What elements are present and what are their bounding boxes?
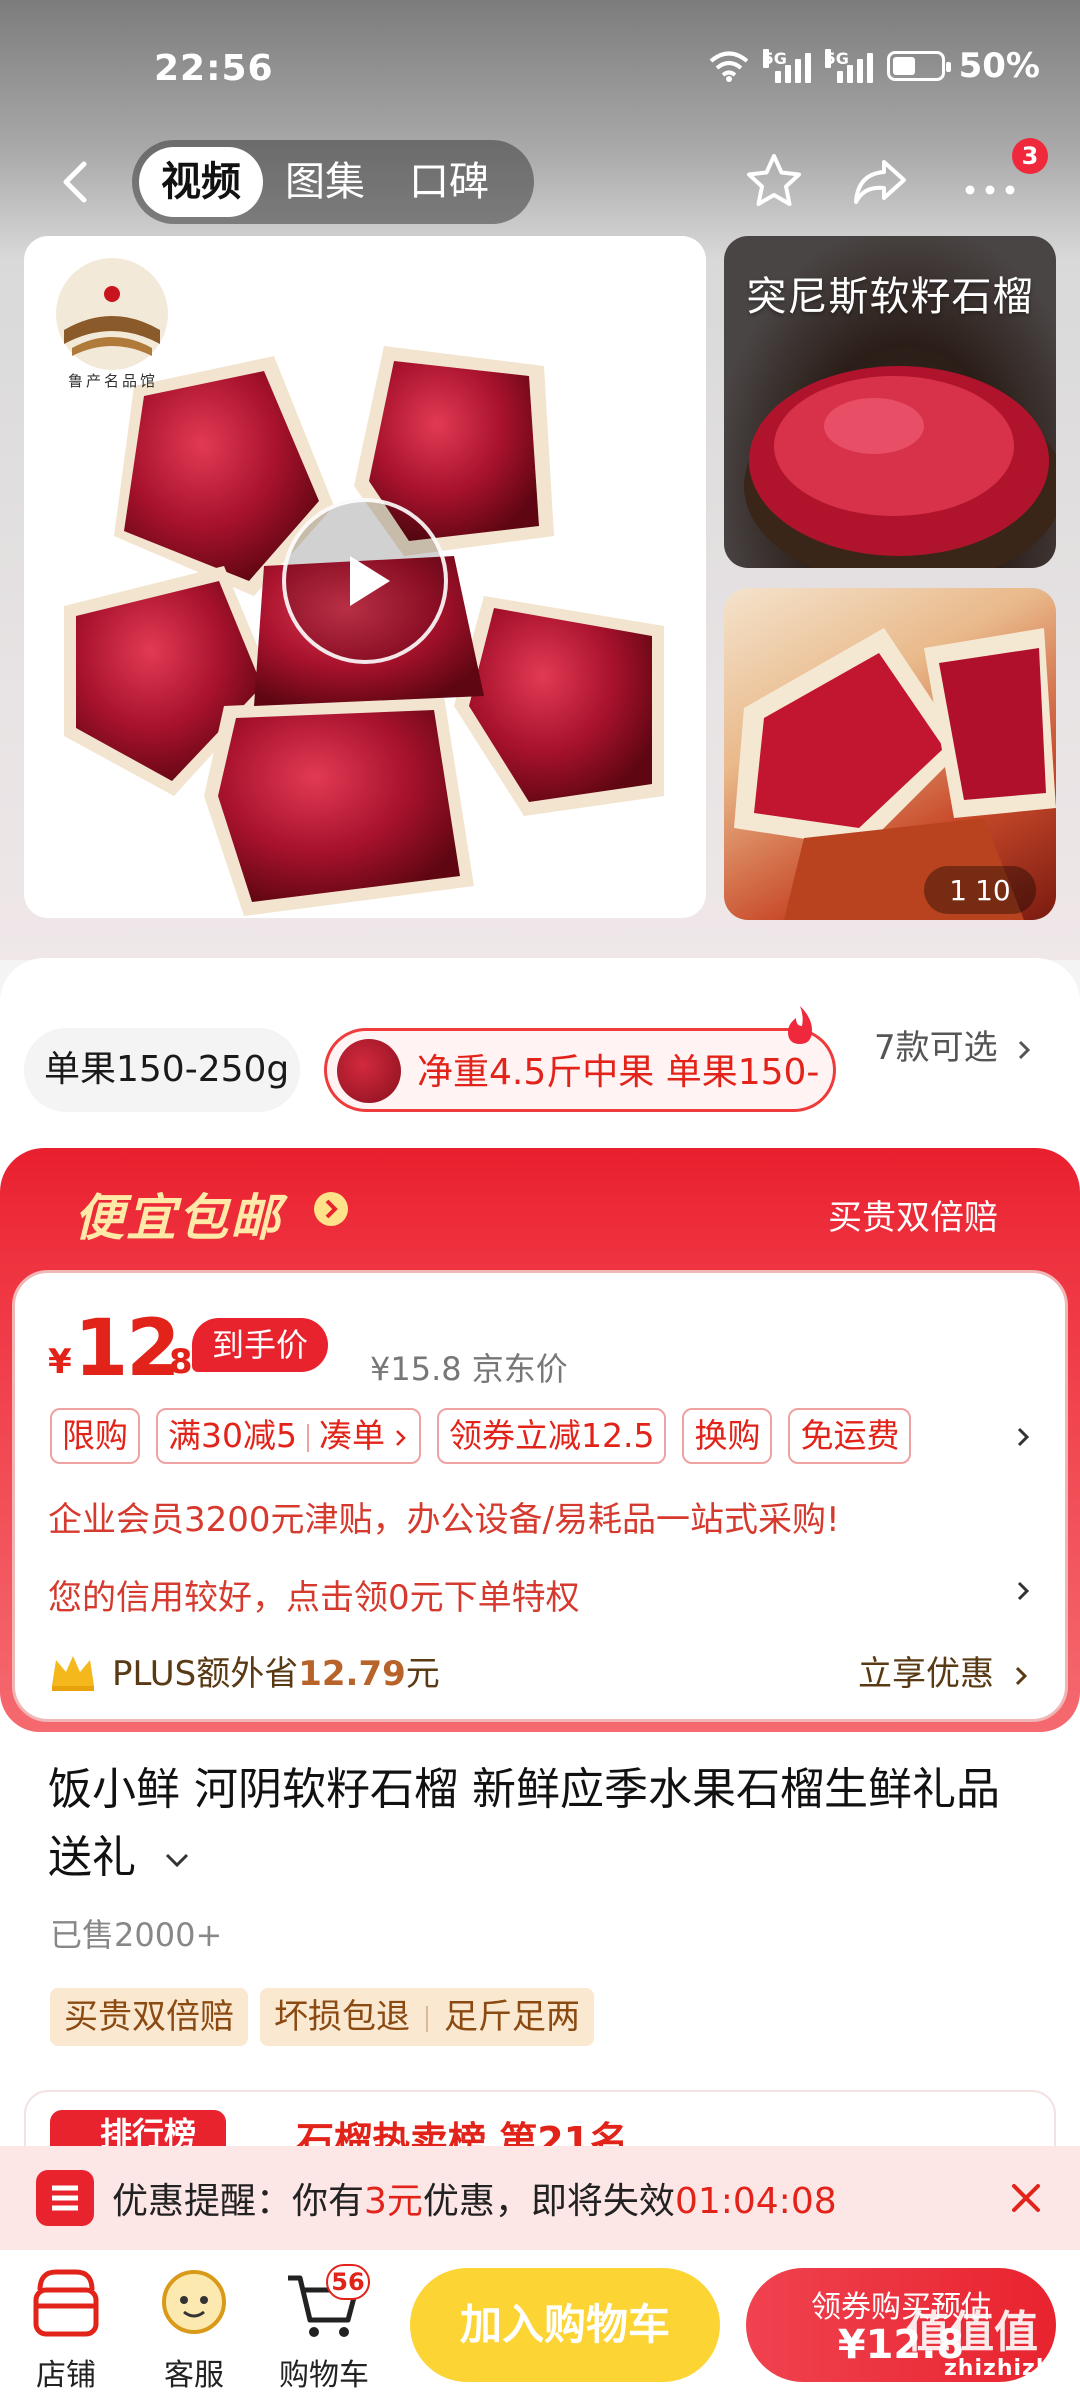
- chevron-right-icon: [1019, 1040, 1031, 1059]
- tab-video[interactable]: 视频: [139, 147, 263, 217]
- reminder-amount: 3元: [364, 2181, 423, 2222]
- side-image-title: 突尼斯软籽石榴: [746, 274, 1034, 320]
- reminder-text: 优惠提醒：你有3元优惠，即将失效01:04:08: [112, 2172, 837, 2224]
- chip-discount-label: 满30减5: [168, 1416, 297, 1455]
- main-video-thumbnail[interactable]: 鲁产名品馆: [24, 236, 706, 918]
- counter-current: 1: [949, 873, 968, 907]
- spec-option-1-label: 单果150-250g: [44, 1049, 290, 1090]
- chevron-right-icon[interactable]: [1012, 1426, 1034, 1448]
- original-price: ¥15.8 京东价: [370, 1350, 568, 1388]
- signal-icon: 5G: [762, 49, 811, 83]
- gallery-thumbnail-2[interactable]: 1 10: [724, 588, 1056, 920]
- tab-gallery[interactable]: 图集: [263, 147, 387, 217]
- tag-service[interactable]: 坏损包退 足斤足两: [260, 1988, 594, 2046]
- service-tags: 买贵双倍赔 坏损包退 足斤足两: [50, 1988, 594, 2046]
- chevron-right-icon[interactable]: [1012, 1580, 1034, 1602]
- more-specs-label: 7款可选: [874, 1028, 998, 1068]
- image-counter: 1 10: [924, 866, 1036, 914]
- chip-free-shipping[interactable]: 免运费: [788, 1408, 912, 1464]
- plus-unit: 元: [405, 1654, 440, 1694]
- cart-label: 购物车: [279, 2358, 369, 2393]
- add-to-cart-button[interactable]: 加入购物车: [410, 2268, 720, 2382]
- share-icon[interactable]: [848, 150, 912, 214]
- coupon-icon: [36, 2170, 94, 2226]
- enterprise-promo[interactable]: 企业会员3200元津贴，办公设备/易耗品一站式采购!: [48, 1492, 840, 1541]
- plus-enjoy-label: 立享优惠: [858, 1654, 994, 1694]
- notification-badge: 3: [1012, 138, 1048, 174]
- shopping-cart-icon: [288, 2275, 359, 2337]
- chip-coupon[interactable]: 领券立减12.5: [437, 1408, 667, 1464]
- battery-icon: [886, 51, 951, 81]
- cart-count-badge: 56: [326, 2264, 370, 2300]
- product-title: 饭小鲜 河阴软籽石榴 新鲜应季水果石榴生鲜礼品送礼: [48, 1756, 1038, 1892]
- gallery-area: 22:56 5G 5G 50% 视频 图集 口碑 3 鲁产名品馆 突尼斯软籽石榴…: [0, 0, 1080, 960]
- final-price-tag: 到手价: [192, 1318, 329, 1372]
- close-icon[interactable]: [1004, 2176, 1048, 2220]
- customer-service-icon: [162, 2270, 226, 2334]
- chip-limit[interactable]: 限购: [50, 1408, 140, 1464]
- chip-exchange[interactable]: 换购: [682, 1408, 773, 1464]
- store-button[interactable]: 店铺: [6, 2250, 126, 2400]
- credit-promo[interactable]: 您的信用较好，点击领0元下单特权: [48, 1570, 580, 1619]
- spec-option-2[interactable]: 净重4.5斤中果 单果150-: [324, 1028, 836, 1112]
- store-label: 店铺: [36, 2358, 96, 2393]
- tag-damage-return: 坏损包退: [274, 1997, 410, 2037]
- status-bar: 22:56 5G 5G 50%: [0, 0, 1080, 140]
- gallery-thumbnail-1[interactable]: 突尼斯软籽石榴: [724, 236, 1056, 568]
- top-nav: 视频 图集 口碑: [0, 140, 1080, 224]
- crown-icon: [52, 1656, 94, 1691]
- chevron-right-icon: [396, 1429, 406, 1446]
- status-indicators: 5G 5G 50%: [709, 46, 1040, 86]
- chip-discount[interactable]: 满30减5 凑单: [156, 1408, 421, 1464]
- plus-savings[interactable]: PLUS额外省12.79元: [112, 1646, 440, 1695]
- reminder-countdown: 01:04:08: [674, 2181, 837, 2222]
- spec-option-2-label: 净重4.5斤中果 单果150-: [417, 1052, 820, 1093]
- price-decimal: .8: [156, 1342, 193, 1382]
- plus-prefix: PLUS额外省: [112, 1654, 299, 1694]
- price-currency: ¥: [48, 1342, 72, 1382]
- promo-title[interactable]: 便宜包邮: [74, 1178, 282, 1250]
- chip-bundle-label: 凑单: [319, 1416, 385, 1455]
- spec-option-1[interactable]: 单果150-250g: [24, 1028, 300, 1112]
- promo-chips: 限购 满30减5 凑单 领券立减12.5 换购 免运费: [50, 1408, 912, 1464]
- status-time: 22:56: [154, 48, 274, 89]
- media-tabs: 视频 图集 口碑: [132, 140, 534, 224]
- more-specs-link[interactable]: 7款可选: [874, 1026, 1034, 1070]
- tag-price-guarantee[interactable]: 买贵双倍赔: [50, 1988, 248, 2046]
- spec-thumbnail: [337, 1039, 401, 1103]
- tab-reviews[interactable]: 口碑: [387, 147, 511, 217]
- promo-arrow-icon[interactable]: [314, 1192, 348, 1226]
- service-label: 客服: [164, 2358, 224, 2393]
- counter-total: 10: [975, 873, 1011, 907]
- plus-enjoy-link[interactable]: 立享优惠: [858, 1646, 1031, 1695]
- reminder-suffix: 优惠，即将失效: [422, 2181, 675, 2222]
- wifi-icon: [709, 51, 748, 82]
- store-logo-text: 鲁产名品馆: [67, 372, 158, 390]
- signal-icon-2: 5G: [824, 49, 873, 83]
- watermark-logo: 值值值: [906, 2307, 1038, 2358]
- battery-percent: 50%: [958, 46, 1040, 86]
- store-icon: [33, 2269, 99, 2337]
- watermark: zhizhizhi.com: [944, 2356, 1080, 2381]
- product-page: 22:56 5G 5G 50% 视频 图集 口碑 3 鲁产名品馆 突尼斯软籽石榴…: [0, 0, 1080, 2400]
- hot-flame-icon: [788, 1006, 812, 1044]
- chevron-down-icon[interactable]: [162, 1849, 192, 1871]
- play-icon: [350, 556, 390, 606]
- coupon-reminder-bar[interactable]: 优惠提醒：你有3元优惠，即将失效01:04:08: [0, 2146, 1080, 2250]
- plus-amount: 12.79: [298, 1654, 406, 1694]
- back-icon[interactable]: [50, 154, 106, 210]
- reminder-prefix: 优惠提醒：你有: [112, 2181, 365, 2222]
- double-compensation[interactable]: 买贵双倍赔: [828, 1190, 998, 1239]
- service-button[interactable]: 客服: [134, 2250, 254, 2400]
- chevron-right-icon: [1015, 1666, 1027, 1685]
- star-icon[interactable]: [742, 150, 806, 214]
- sold-count: 已售2000+: [50, 1916, 223, 1954]
- play-button[interactable]: [282, 498, 448, 664]
- tag-full-weight: 足斤足两: [444, 1997, 580, 2037]
